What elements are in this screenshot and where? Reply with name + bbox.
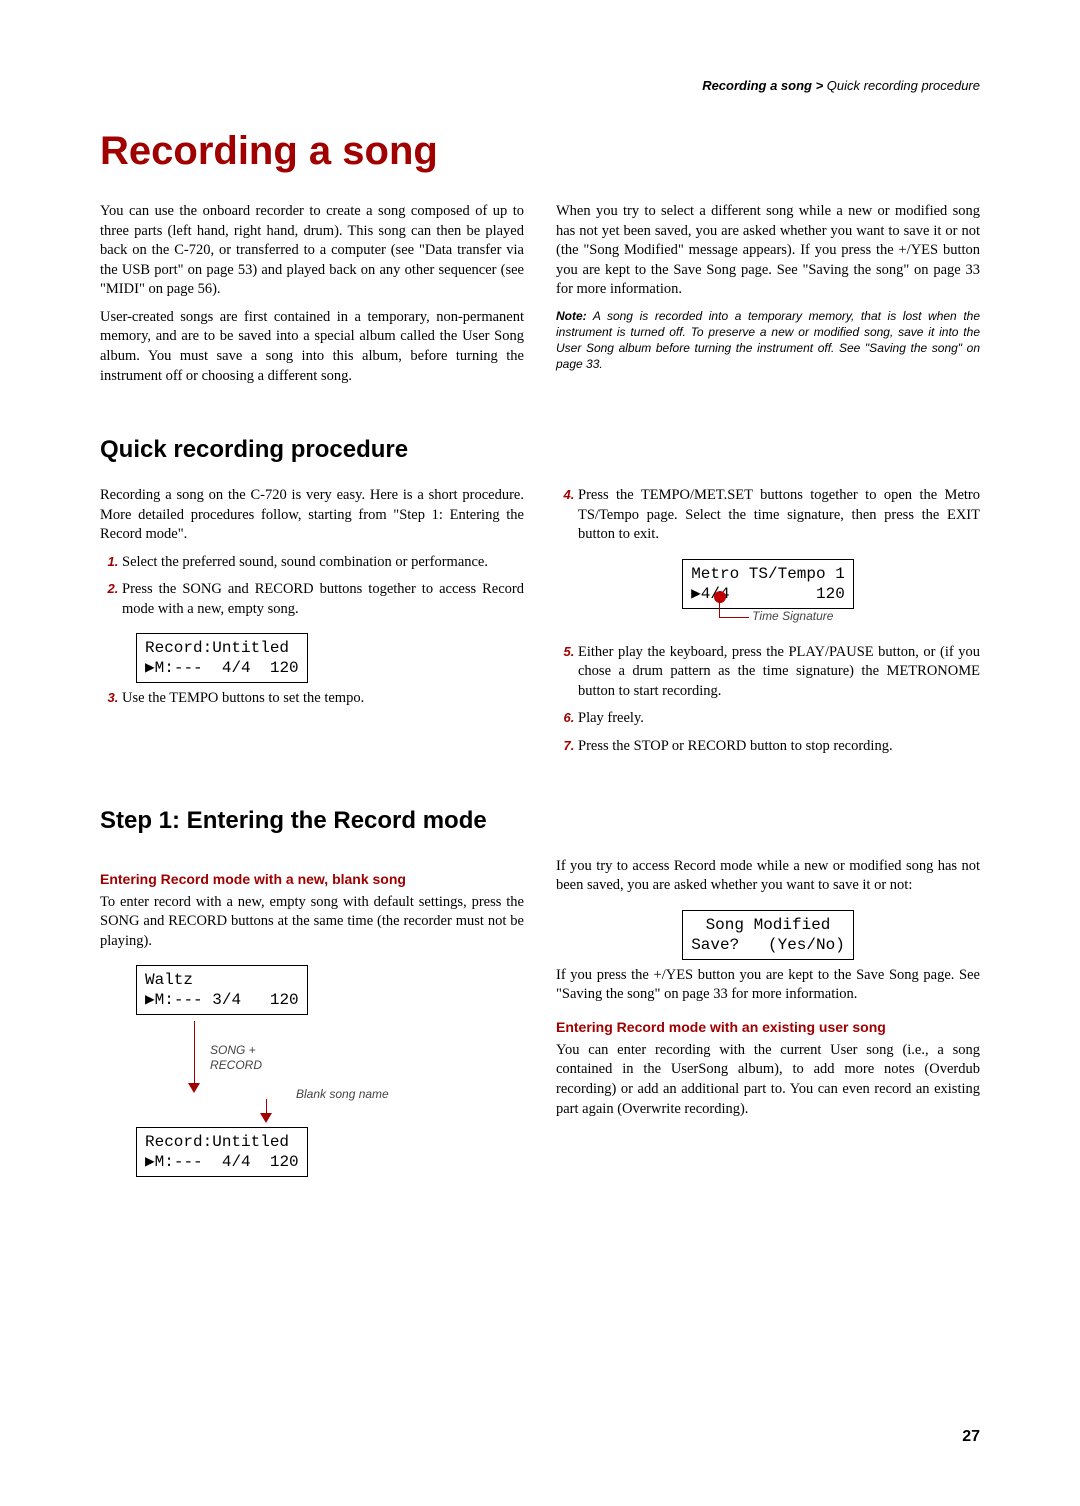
step-7: Press the STOP or RECORD button to stop … xyxy=(578,737,980,757)
step-4: Press the TEMPO/MET.SET buttons together… xyxy=(578,486,980,545)
intro-note: Note: A song is recorded into a temporar… xyxy=(556,308,980,373)
page-number: 27 xyxy=(962,1428,980,1446)
lcd-metro: Metro TS/Tempo 1 ▶4/4 120 xyxy=(682,559,854,609)
step-3: Use the TEMPO buttons to set the tempo. xyxy=(122,689,524,709)
step1-columns: Entering Record mode with a new, blank s… xyxy=(100,857,980,1184)
step1-p1: To enter record with a new, empty song w… xyxy=(100,893,524,952)
step-2: Press the SONG and RECORD buttons togeth… xyxy=(122,580,524,619)
step-1: Select the preferred sound, sound combin… xyxy=(122,553,524,573)
lcd-record-2: Record:Untitled ▶M:--- 4/4 120 xyxy=(136,1127,308,1177)
step-6: Play freely. xyxy=(578,709,980,729)
quick-title: Quick recording procedure xyxy=(100,436,980,464)
running-header: Recording a song > Quick recording proce… xyxy=(100,78,980,93)
pointer-line xyxy=(719,601,720,617)
intro-left-p1: You can use the onboard recorder to crea… xyxy=(100,202,524,300)
steps-left: Select the preferred sound, sound combin… xyxy=(100,553,524,620)
step1-right-p1: If you try to access Record mode while a… xyxy=(556,857,980,896)
lcd-waltz: Waltz ▶M:--- 3/4 120 xyxy=(136,965,308,1015)
pointer-dot-icon xyxy=(714,591,726,603)
steps-left-cont: Use the TEMPO buttons to set the tempo. xyxy=(100,689,524,709)
quick-left-p: Recording a song on the C-720 is very ea… xyxy=(100,486,524,545)
note-label: Note: xyxy=(556,309,587,323)
steps-right-cont: Either play the keyboard, press the PLAY… xyxy=(556,643,980,757)
blank-label-row: Blank song name xyxy=(136,1091,456,1121)
header-sub: Quick recording procedure xyxy=(827,78,980,93)
ts-caption: Time Signature xyxy=(752,609,833,623)
quick-columns: Recording a song on the C-720 is very ea… xyxy=(100,486,980,765)
lcd-song-modified: Song Modified Save? (Yes/No) xyxy=(682,910,854,960)
arrow-down-icon: SONG + RECORD xyxy=(184,1021,456,1091)
step1-right-p3: You can enter recording with the current… xyxy=(556,1041,980,1119)
step1-title: Step 1: Entering the Record mode xyxy=(100,807,980,835)
intro-left-p2: User-created songs are first contained i… xyxy=(100,308,524,386)
step-5: Either play the keyboard, press the PLAY… xyxy=(578,643,980,702)
note-text: A song is recorded into a temporary memo… xyxy=(556,309,980,372)
header-section: Recording a song > xyxy=(702,78,827,93)
blank-song-label: Blank song name xyxy=(296,1087,389,1101)
intro-right-p1: When you try to select a different song … xyxy=(556,202,980,300)
step1-right-p2: If you press the +/YES button you are ke… xyxy=(556,966,980,1005)
diagram: Waltz ▶M:--- 3/4 120 SONG + RECORD Blank… xyxy=(136,959,456,1183)
arrow-label: SONG + RECORD xyxy=(210,1043,262,1072)
intro-columns: You can use the onboard recorder to crea… xyxy=(100,202,980,394)
step1-sub2: Entering Record mode with an existing us… xyxy=(556,1019,980,1035)
chapter-title: Recording a song xyxy=(100,129,980,174)
pointer-line-h xyxy=(719,617,749,618)
steps-right: Press the TEMPO/MET.SET buttons together… xyxy=(556,486,980,545)
lcd-record: Record:Untitled ▶M:--- 4/4 120 xyxy=(136,633,308,683)
step1-sub1: Entering Record mode with a new, blank s… xyxy=(100,871,524,887)
